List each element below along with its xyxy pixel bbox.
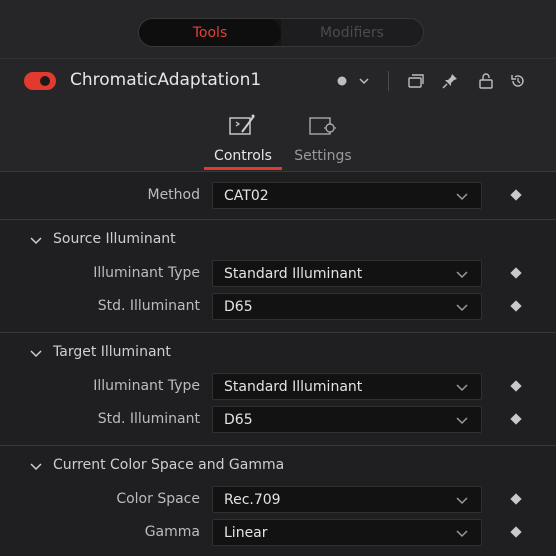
tab-tools[interactable]: Tools xyxy=(139,19,281,46)
chevron-down-icon xyxy=(30,237,42,245)
keyframe-diamond-icon[interactable] xyxy=(510,189,522,201)
versions-icon[interactable] xyxy=(404,69,428,93)
gamma-row: Gamma Linear xyxy=(0,516,556,549)
chevron-down-icon xyxy=(456,530,468,538)
color-dot-icon[interactable] xyxy=(330,69,354,93)
source-type-row: Illuminant Type Standard Illuminant xyxy=(0,257,556,290)
settings-icon xyxy=(308,112,338,138)
keyframe-diamond-icon[interactable] xyxy=(510,300,522,312)
method-dropdown[interactable]: CAT02 xyxy=(212,182,482,209)
dropdown-value: Linear xyxy=(224,525,268,541)
illuminant-type-label: Illuminant Type xyxy=(93,378,200,394)
color-space-row: Color Space Rec.709 xyxy=(0,483,556,516)
dropdown-value: Standard Illuminant xyxy=(224,379,363,395)
target-std-row: Std. Illuminant D65 xyxy=(0,403,556,436)
source-std-row: Std. Illuminant D65 xyxy=(0,290,556,323)
node-name: ChromaticAdaptation1 xyxy=(70,70,262,90)
color-space-dropdown[interactable]: Rec.709 xyxy=(212,486,482,513)
chevron-down-icon xyxy=(456,193,468,201)
method-label: Method xyxy=(147,187,200,203)
section-title: Target Illuminant xyxy=(53,344,171,360)
target-illuminant-type-dropdown[interactable]: Standard Illuminant xyxy=(212,373,482,400)
chevron-down-icon xyxy=(456,417,468,425)
source-std-illuminant-dropdown[interactable]: D65 xyxy=(212,293,482,320)
keyframe-diamond-icon[interactable] xyxy=(510,380,522,392)
source-illuminant-section[interactable]: Source Illuminant xyxy=(0,219,556,259)
keyframe-diamond-icon[interactable] xyxy=(510,493,522,505)
chevron-down-icon xyxy=(456,384,468,392)
color-space-gamma-section[interactable]: Current Color Space and Gamma xyxy=(0,445,556,485)
source-illuminant-type-dropdown[interactable]: Standard Illuminant xyxy=(212,260,482,287)
chevron-down-icon xyxy=(456,497,468,505)
chevron-down-icon xyxy=(30,463,42,471)
keyframe-diamond-icon[interactable] xyxy=(510,413,522,425)
chevron-down-icon xyxy=(456,304,468,312)
controls-label: Controls xyxy=(214,148,272,164)
tools-modifiers-switch: Tools Modifiers xyxy=(138,18,424,47)
dropdown-value: D65 xyxy=(224,412,253,428)
reset-icon[interactable] xyxy=(506,69,530,93)
chevron-down-icon xyxy=(456,271,468,279)
tab-settings[interactable]: Settings xyxy=(284,108,362,170)
method-row: Method CAT02 xyxy=(0,179,556,212)
keyframe-diamond-icon[interactable] xyxy=(510,526,522,538)
dropdown-value: Rec.709 xyxy=(224,492,281,508)
tab-modifiers[interactable]: Modifiers xyxy=(281,19,423,46)
keyframe-diamond-icon[interactable] xyxy=(510,267,522,279)
section-title: Current Color Space and Gamma xyxy=(53,457,285,473)
chevron-down-icon xyxy=(30,350,42,358)
std-illuminant-label: Std. Illuminant xyxy=(97,298,200,314)
controls-icon xyxy=(228,112,258,138)
target-std-illuminant-dropdown[interactable]: D65 xyxy=(212,406,482,433)
header-divider xyxy=(388,71,389,91)
active-tab-underline xyxy=(204,167,282,170)
gamma-label: Gamma xyxy=(144,524,200,540)
settings-label: Settings xyxy=(294,148,352,164)
section-title: Source Illuminant xyxy=(53,231,176,247)
target-illuminant-section[interactable]: Target Illuminant xyxy=(0,332,556,372)
node-enable-toggle[interactable] xyxy=(24,72,56,90)
inspector-panel: Tools Modifiers ChromaticAdaptation1 Con… xyxy=(0,0,556,556)
top-tab-bar: Tools Modifiers xyxy=(0,0,556,58)
std-illuminant-label: Std. Illuminant xyxy=(97,411,200,427)
dropdown-value: D65 xyxy=(224,299,253,315)
tab-controls[interactable]: Controls xyxy=(204,108,282,170)
method-value: CAT02 xyxy=(224,188,269,204)
illuminant-type-label: Illuminant Type xyxy=(93,265,200,281)
target-type-row: Illuminant Type Standard Illuminant xyxy=(0,370,556,403)
chevron-down-icon[interactable] xyxy=(352,69,376,93)
pin-icon[interactable] xyxy=(438,69,462,93)
lock-icon[interactable] xyxy=(474,69,498,93)
color-space-label: Color Space xyxy=(116,491,200,507)
dropdown-value: Standard Illuminant xyxy=(224,266,363,282)
inspector-subtabs: Controls Settings xyxy=(0,102,556,172)
node-header: ChromaticAdaptation1 xyxy=(0,58,556,102)
gamma-dropdown[interactable]: Linear xyxy=(212,519,482,546)
